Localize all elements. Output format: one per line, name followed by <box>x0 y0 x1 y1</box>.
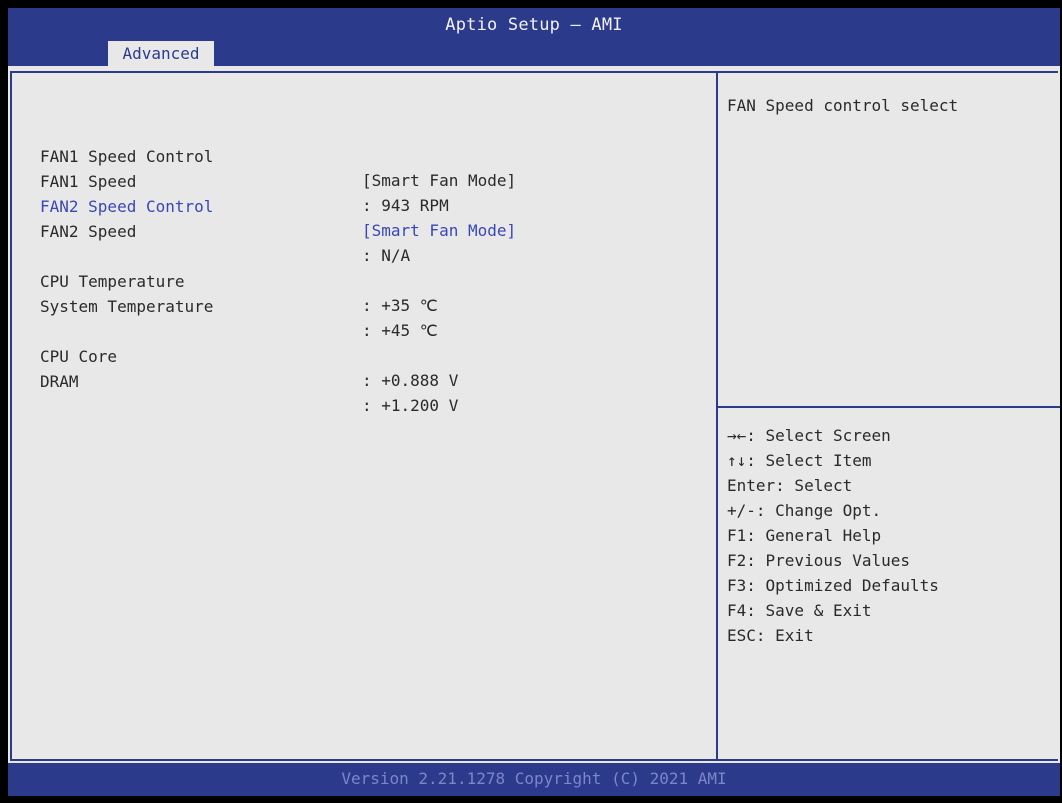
key-help-esc: ESC: Exit <box>727 626 814 645</box>
key-help-f4: F4: Save & Exit <box>727 601 872 620</box>
key-help-enter: Enter: Select <box>727 476 853 495</box>
setting-row-fan1-speed: FAN1 Speed : 943 RPM <box>40 146 680 215</box>
footer-bar: Version 2.21.1278 Copyright (C) 2021 AMI <box>8 763 1060 796</box>
help-divider <box>718 406 1060 408</box>
setting-row-fan1-speed-control[interactable]: FAN1 Speed Control [Smart Fan Mode] <box>40 121 680 190</box>
key-help-f2: F2: Previous Values <box>727 551 911 570</box>
key-help-select-item: ↑↓: Select Item <box>727 451 872 470</box>
bios-screen: Aptio Setup – AMI Advanced FAN1 Speed Co… <box>8 8 1060 796</box>
setting-row-cpu-temperature: CPU Temperature : +35 ℃ <box>40 246 680 315</box>
setting-value: : +35 ℃ <box>362 296 438 315</box>
tab-advanced[interactable]: Advanced <box>108 41 214 66</box>
key-help-change-opt: +/-: Change Opt. <box>727 501 882 520</box>
key-help-f1: F1: General Help <box>727 526 882 545</box>
key-help-f3: F3: Optimized Defaults <box>727 576 939 595</box>
item-help-text: FAN Speed control select <box>727 96 959 115</box>
setting-row-system-temperature: System Temperature : +45 ℃ <box>40 271 680 340</box>
setting-label: DRAM <box>40 372 79 391</box>
version-text: Version 2.21.1278 Copyright (C) 2021 AMI <box>341 769 727 788</box>
key-help-list: →←: Select Screen ↑↓: Select Item Enter:… <box>727 423 939 648</box>
setting-value: : +1.200 V <box>362 396 459 415</box>
setting-row-fan2-speed-control[interactable]: FAN2 Speed Control [Smart Fan Mode] <box>40 171 680 240</box>
setting-label: System Temperature <box>40 297 214 316</box>
setting-row-fan2-speed: FAN2 Speed : N/A <box>40 196 680 265</box>
title-bar: Aptio Setup – AMI Advanced <box>8 8 1060 66</box>
key-help-select-screen: →←: Select Screen <box>727 426 891 445</box>
setting-label: FAN2 Speed <box>40 222 137 241</box>
panel-divider <box>716 71 718 761</box>
setting-row-dram: DRAM : +1.200 V <box>40 346 680 415</box>
setting-value: : +0.888 V <box>362 371 459 390</box>
app-title: Aptio Setup – AMI <box>445 15 623 35</box>
setting-value[interactable]: [Smart Fan Mode] <box>362 219 516 243</box>
setting-row-cpu-core: CPU Core : +0.888 V <box>40 321 680 390</box>
